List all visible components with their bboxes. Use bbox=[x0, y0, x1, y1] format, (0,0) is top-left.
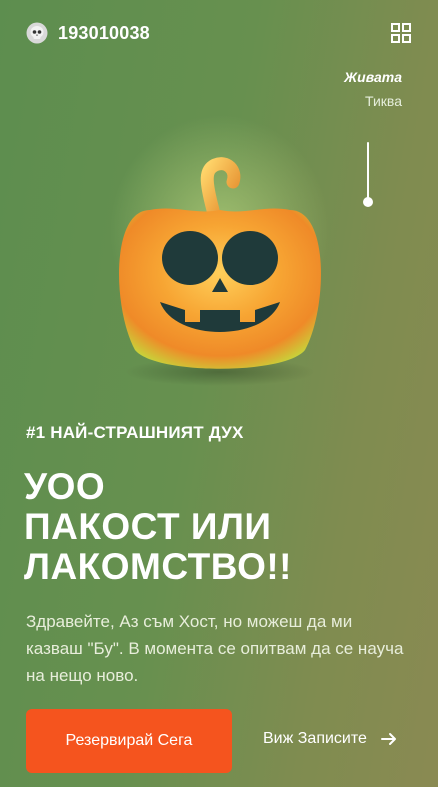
skull-icon[interactable] bbox=[26, 22, 48, 44]
pumpkin-illustration bbox=[110, 115, 330, 386]
grid-icon[interactable] bbox=[390, 22, 412, 44]
reserve-now-button[interactable]: Резервирай Сега bbox=[26, 709, 232, 773]
headline: УОО ПАКОСТ ИЛИ ЛАКОМСТВО!! bbox=[24, 467, 414, 587]
headline-line-1: УОО bbox=[24, 466, 106, 507]
view-records-label: Виж Записите bbox=[263, 730, 367, 747]
description: Здравейте, Аз съм Хост, но можеш да ми к… bbox=[26, 612, 404, 685]
user-id: 193010038 bbox=[58, 23, 150, 43]
headline-line-3: ЛАКОМСТВО!! bbox=[24, 546, 292, 587]
scroll-indicator-knob[interactable] bbox=[363, 197, 373, 207]
scroll-indicator-track[interactable] bbox=[367, 142, 369, 202]
tag-title: Живата bbox=[344, 69, 402, 85]
tag-subtitle: Тиква bbox=[365, 93, 402, 109]
view-records-link[interactable]: Виж Записите bbox=[263, 730, 397, 748]
arrow-right-icon bbox=[380, 733, 396, 745]
top-bar: 193010038 bbox=[26, 20, 412, 48]
tagline: #1 НАЙ-СТРАШНИЯТ ДУХ bbox=[26, 423, 244, 442]
headline-line-2: ПАКОСТ ИЛИ bbox=[24, 506, 272, 547]
